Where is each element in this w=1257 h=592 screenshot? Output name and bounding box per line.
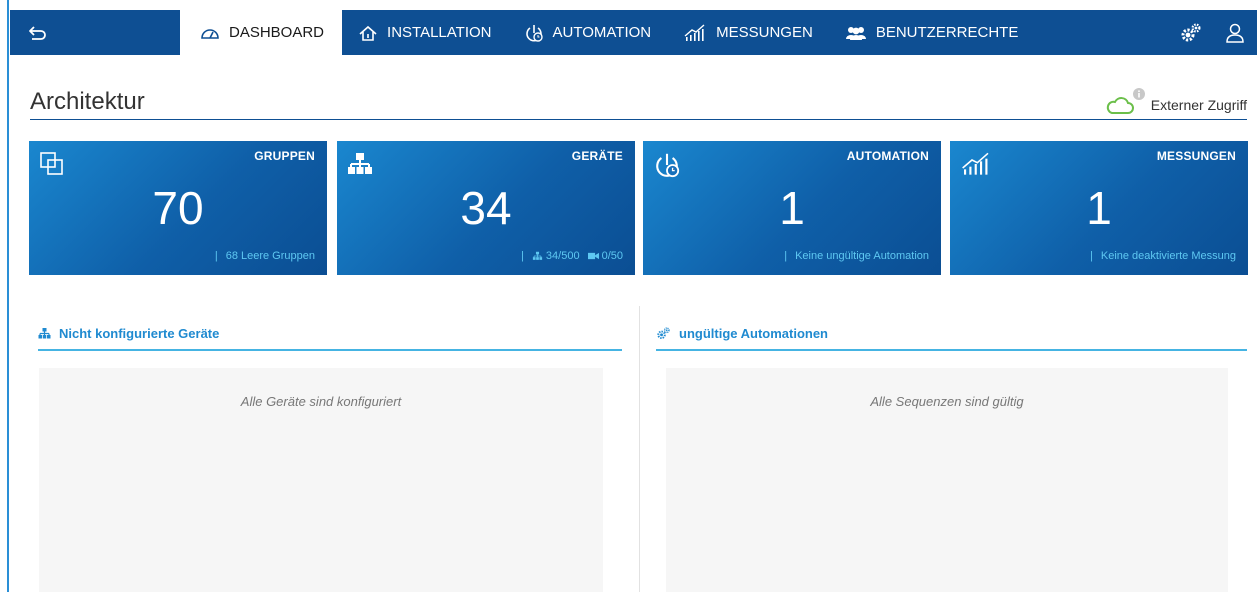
cloud-icon xyxy=(1106,97,1134,114)
user-account-button[interactable] xyxy=(1213,10,1257,55)
house-icon xyxy=(359,25,377,41)
panel-title: Nicht konfigurierte Geräte xyxy=(59,326,220,341)
tab-benutzerrechte[interactable]: BENUTZERRECHTE xyxy=(829,10,1035,55)
panel-header-invalid-automations: ungültige Automationen xyxy=(656,318,1247,351)
external-access-label: Externer Zugriff xyxy=(1150,97,1247,113)
tab-automation[interactable]: AUTOMATION xyxy=(508,10,668,55)
external-access-status[interactable]: Externer Zugriff xyxy=(1105,88,1247,114)
panel-header-unconfigured-devices: Nicht konfigurierte Geräte xyxy=(38,318,622,351)
tab-label: AUTOMATION xyxy=(552,24,652,41)
card-footer: | Keine ungültige Automation xyxy=(784,250,929,262)
title-divider xyxy=(30,119,1247,120)
network-icon xyxy=(38,328,51,339)
empty-message: Alle Sequenzen sind gültig xyxy=(870,394,1024,409)
back-button[interactable] xyxy=(10,10,180,55)
network-icon xyxy=(348,153,372,174)
card-value: 1 xyxy=(779,182,805,234)
groups-icon xyxy=(40,152,63,175)
signal-chart-icon xyxy=(684,23,705,41)
card-title: MESSUNGEN xyxy=(1156,149,1236,163)
panel-body-invalid-automations: Alle Sequenzen sind gültig xyxy=(666,368,1228,592)
cameras-count: 0/50 xyxy=(601,250,623,262)
card-automation[interactable]: AUTOMATION 1 | Keine ungültige Automatio… xyxy=(643,141,941,275)
card-footer-text: Keine ungültige Automation xyxy=(795,250,929,262)
tab-label: INSTALLATION xyxy=(387,24,492,41)
tab-dashboard[interactable]: DASHBOARD xyxy=(180,10,343,55)
card-gruppen[interactable]: GRUPPEN 70 | 68 Leere Gruppen xyxy=(29,141,327,275)
power-clock-icon xyxy=(656,153,680,178)
card-messungen[interactable]: MESSUNGEN 1 | Keine deaktivierte Messung xyxy=(950,141,1248,275)
empty-message: Alle Geräte sind konfiguriert xyxy=(240,394,402,409)
settings-button[interactable] xyxy=(1169,10,1213,55)
card-value: 1 xyxy=(1086,182,1112,234)
gauge-icon xyxy=(201,28,219,39)
signal-chart-icon xyxy=(962,152,989,175)
card-title: GERÄTE xyxy=(571,149,623,163)
card-title: AUTOMATION xyxy=(846,149,929,163)
tab-label: DASHBOARD xyxy=(229,24,325,41)
left-frame-border xyxy=(0,0,9,592)
card-title: GRUPPEN xyxy=(254,149,315,163)
card-footer-text: 68 Leere Gruppen xyxy=(225,250,315,262)
panel-body-unconfigured-devices: Alle Geräte sind konfiguriert xyxy=(39,368,603,592)
top-nav: DASHBOARD INSTALLATION AUTOMATION MESSUN… xyxy=(10,10,1257,55)
card-value: 34 xyxy=(460,182,512,234)
back-arrow-icon xyxy=(29,25,46,40)
card-geraete[interactable]: GERÄTE 34 | 34/500 0/50 xyxy=(337,141,635,275)
card-footer-text: Keine deaktivierte Messung xyxy=(1100,250,1236,262)
gears-icon xyxy=(657,327,670,340)
card-footer: | Keine deaktivierte Messung xyxy=(1090,250,1236,262)
tab-label: MESSUNGEN xyxy=(716,24,813,41)
power-clock-icon xyxy=(525,24,543,42)
tab-installation[interactable]: INSTALLATION xyxy=(342,10,507,55)
card-value: 70 xyxy=(152,182,204,234)
users-icon xyxy=(845,26,866,40)
camera-icon xyxy=(587,252,599,260)
panel-separator xyxy=(639,306,640,592)
tab-label: BENUTZERRECHTE xyxy=(875,24,1019,41)
page-title: Architektur xyxy=(30,88,145,115)
tab-messungen[interactable]: MESSUNGEN xyxy=(667,10,829,55)
user-icon xyxy=(1226,23,1244,43)
info-icon xyxy=(1132,88,1145,100)
gears-icon xyxy=(1181,22,1201,41)
devices-count: 34/500 xyxy=(545,250,580,262)
card-footer: | 68 Leere Gruppen xyxy=(214,250,315,262)
panel-title: ungültige Automationen xyxy=(679,326,828,341)
card-footer: | 34/500 0/50 xyxy=(521,250,623,262)
network-small-icon xyxy=(532,251,543,260)
